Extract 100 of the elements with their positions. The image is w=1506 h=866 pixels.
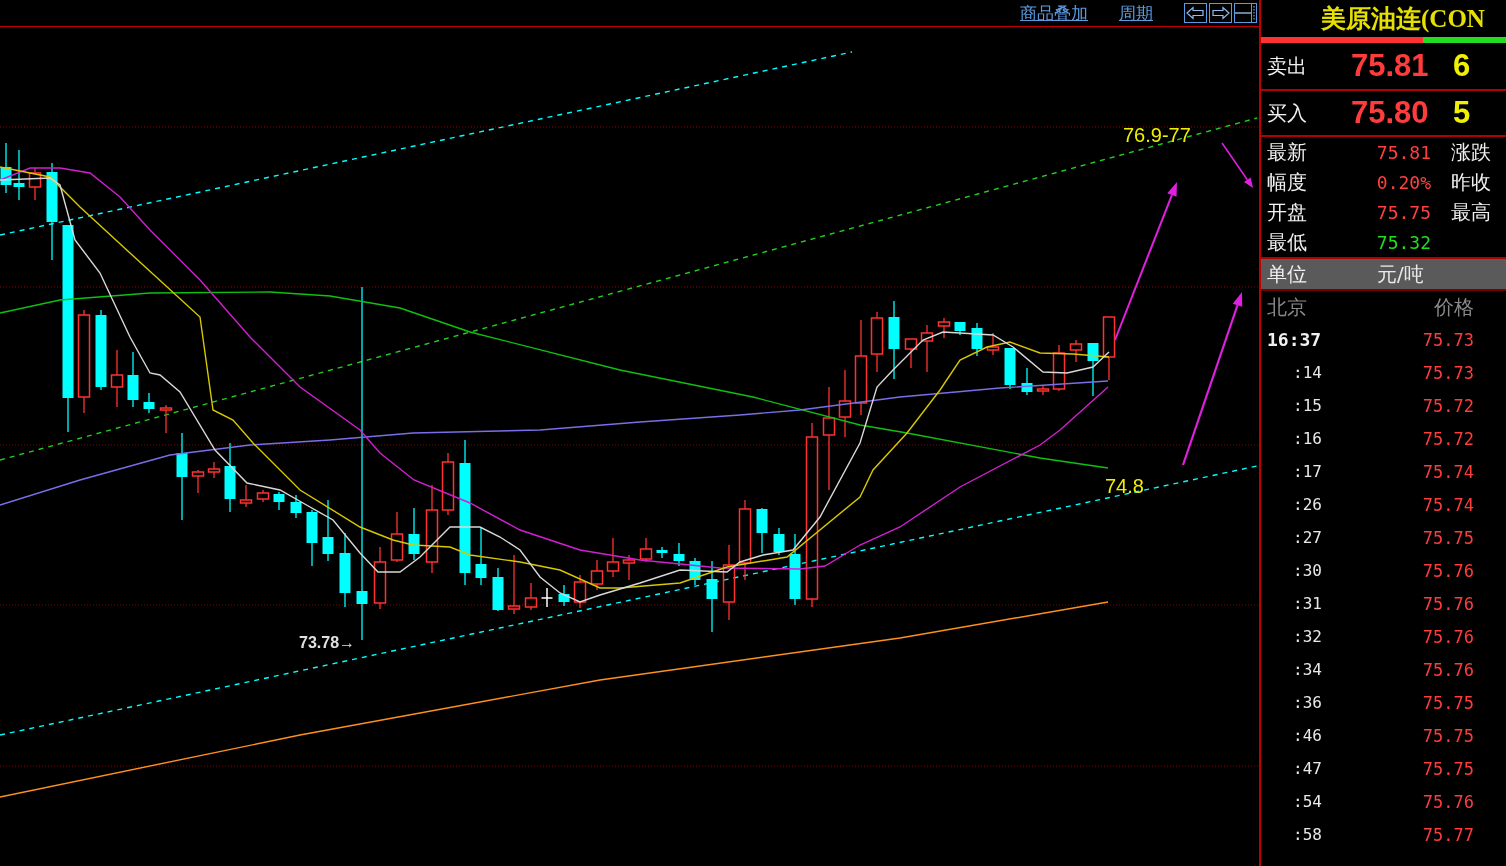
- toolbar-link[interactable]: 周期: [1119, 1, 1153, 25]
- candlestick: [207, 461, 221, 479]
- candlestick: [606, 537, 620, 578]
- candlestick: [0, 142, 12, 194]
- stat-label: 昨收: [1451, 168, 1492, 196]
- candlestick: [870, 311, 884, 373]
- candlestick: [1069, 339, 1083, 363]
- candlestick: [1102, 316, 1116, 381]
- price-label: 74.8: [1105, 475, 1144, 497]
- tick-price: 75.73: [1422, 329, 1474, 350]
- candlestick: [971, 322, 983, 357]
- stat-label: 最低: [1267, 228, 1308, 256]
- low-price-label: 73.78→: [299, 634, 356, 651]
- unit-value: 元/吨: [1377, 260, 1425, 288]
- order-price: 75.81: [1351, 48, 1430, 84]
- tick-time: :26: [1292, 495, 1322, 514]
- stat-label: 幅度: [1267, 168, 1308, 196]
- candlestick: [904, 338, 918, 369]
- tick-price: 75.75: [1422, 758, 1474, 779]
- tick-time: :58: [1292, 825, 1322, 844]
- instrument-title: 美原油连(CON: [1320, 4, 1486, 35]
- candlestick: [390, 511, 404, 563]
- tick-time: :14: [1292, 363, 1322, 382]
- tick-price: 75.74: [1422, 461, 1474, 482]
- tick-time: :47: [1292, 759, 1322, 778]
- tick-price: 75.73: [1422, 362, 1474, 383]
- tick-price: 75.76: [1422, 659, 1474, 680]
- arrow-right-icon[interactable]: [1209, 3, 1232, 23]
- arrow-left-icon[interactable]: [1184, 3, 1207, 23]
- order-label: 买入: [1267, 99, 1308, 127]
- candlestick: [590, 559, 604, 591]
- column-header: 北京: [1267, 293, 1307, 321]
- candlestick: [290, 494, 302, 519]
- tick-price: 75.72: [1422, 395, 1474, 416]
- candlestick: [373, 546, 387, 610]
- order-volume: 5: [1453, 95, 1472, 131]
- candlestick: [656, 546, 668, 559]
- tick-time: :32: [1292, 627, 1322, 646]
- candlestick: [954, 321, 966, 336]
- candlestick: [507, 554, 521, 615]
- candlestick: [306, 509, 318, 567]
- candlestick: [524, 582, 538, 611]
- candlestick: [1021, 367, 1033, 396]
- tick-time: :36: [1292, 693, 1322, 712]
- candlestick: [689, 557, 701, 586]
- tick-price: 75.76: [1422, 560, 1474, 581]
- candlestick: [1052, 344, 1066, 392]
- candlestick: [1087, 342, 1099, 397]
- tick-time: 16:37: [1267, 329, 1322, 350]
- candlestick: [558, 584, 570, 607]
- order-volume: 6: [1453, 48, 1472, 84]
- candlestick: [239, 484, 253, 508]
- column-header: 价格: [1434, 293, 1474, 321]
- tick-time: :54: [1292, 792, 1322, 811]
- candlestick: [13, 149, 25, 201]
- order-price: 75.80: [1351, 95, 1430, 131]
- tick-price: 75.75: [1422, 692, 1474, 713]
- candlestick: [256, 489, 270, 503]
- stat-label: 开盘: [1267, 198, 1308, 226]
- tick-price: 75.76: [1422, 791, 1474, 812]
- panel-layout-icon[interactable]: [1234, 3, 1257, 23]
- candlestick: [28, 167, 42, 201]
- candlestick: [408, 507, 420, 561]
- candlestick: [673, 542, 685, 567]
- candlestick: [110, 349, 124, 408]
- unit-label: 单位: [1267, 260, 1308, 288]
- candlestick: [441, 452, 455, 516]
- tick-time: :46: [1292, 726, 1322, 745]
- tick-price: 75.74: [1422, 494, 1474, 515]
- stat-value: 75.75: [1375, 201, 1432, 223]
- candlestick: [273, 491, 285, 511]
- tick-time: :34: [1292, 660, 1322, 679]
- candlestick: [159, 404, 173, 434]
- candlestick: [475, 526, 487, 586]
- tick-price: 75.76: [1422, 626, 1474, 647]
- tick-time: :27: [1292, 528, 1322, 547]
- price-label: 76.9-77: [1123, 124, 1191, 146]
- candlestick: [224, 442, 236, 513]
- candlestick: [756, 507, 768, 554]
- order-label: 卖出: [1267, 52, 1308, 80]
- candlestick: [639, 537, 653, 563]
- candlestick: [622, 554, 636, 581]
- annotation-arrow: [1221, 142, 1253, 188]
- candlestick: [773, 527, 785, 556]
- tick-time: :16: [1292, 429, 1322, 448]
- tick-price: 75.72: [1422, 428, 1474, 449]
- candlestick: [191, 469, 205, 494]
- candlestick: [1036, 384, 1050, 396]
- candlestick: [986, 332, 1000, 356]
- candlestick: [1004, 347, 1016, 390]
- candlestick: [937, 317, 951, 339]
- tick-price: 75.77: [1422, 824, 1474, 845]
- tick-price: 75.75: [1422, 527, 1474, 548]
- tick-price: 75.75: [1422, 725, 1474, 746]
- toolbar-link[interactable]: 商品叠加: [1020, 1, 1088, 25]
- candlestick: [143, 392, 155, 414]
- stat-label: 最高: [1451, 198, 1492, 226]
- stat-label: 涨跌: [1451, 138, 1492, 166]
- stat-label: 最新: [1267, 138, 1308, 166]
- tick-time: :31: [1292, 594, 1322, 613]
